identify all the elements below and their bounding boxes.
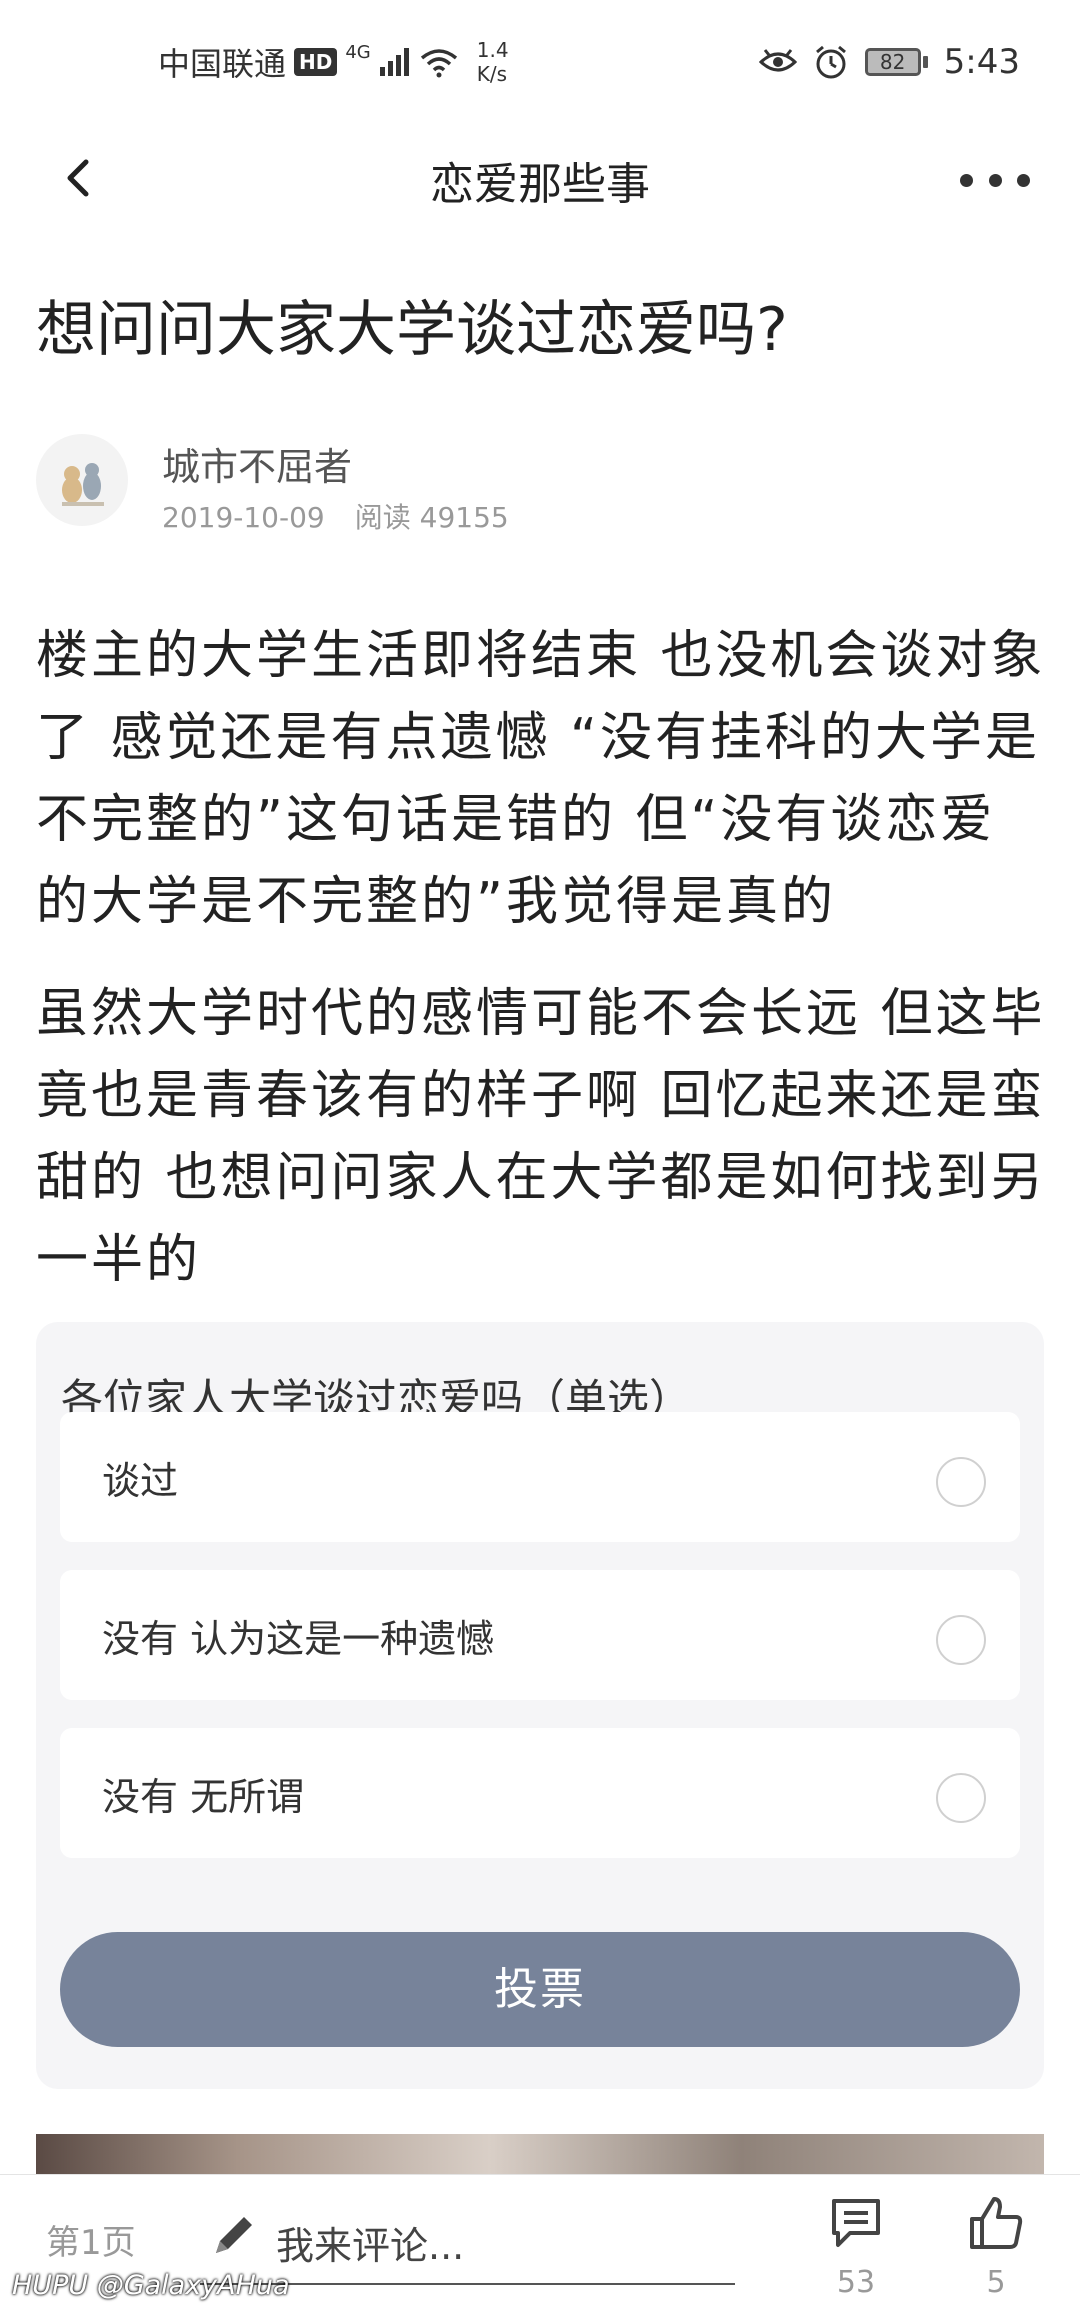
speed-value: 1.4 <box>476 38 509 62</box>
more-dot <box>988 173 1002 187</box>
more-dot <box>1017 173 1030 187</box>
comment-placeholder: 我来评论... <box>276 2224 465 2268</box>
eye-icon <box>758 49 797 72</box>
wifi-icon <box>420 49 457 78</box>
battery-tip <box>922 56 928 68</box>
radio-button[interactable] <box>936 1773 986 1823</box>
poll-option-label: 谈过 <box>102 1459 179 1503</box>
author-name[interactable]: 城市不屈者 <box>162 436 352 491</box>
pencil-icon <box>216 2217 252 2253</box>
post-title: 想问问大家大学谈过恋爱吗? <box>36 295 788 365</box>
thumbs-up-icon <box>970 2197 1023 2249</box>
vote-button[interactable]: 投票 <box>60 1932 1020 2047</box>
comment-count: 53 <box>836 2265 876 2300</box>
comment-icon <box>832 2199 880 2247</box>
post-image[interactable] <box>36 2134 1044 2174</box>
speed-unit: K/s <box>476 62 508 86</box>
more-dot <box>960 173 973 187</box>
like-count: 5 <box>986 2265 1006 2300</box>
alarm-icon <box>815 45 846 79</box>
watermark: HUPU @GalaxyAHua <box>12 2270 290 2301</box>
cat-avatar-icon <box>62 463 104 506</box>
avatar[interactable] <box>36 434 128 526</box>
nav-title: 恋爱那些事 <box>430 159 650 210</box>
status-right: 82 5:43 <box>758 40 1020 84</box>
radio-button[interactable] <box>936 1615 986 1665</box>
poll-option[interactable]: 谈过 <box>60 1412 1020 1542</box>
nav-bar: 恋爱那些事 <box>0 120 1080 230</box>
poll-option[interactable]: 没有 无所谓 <box>60 1728 1020 1858</box>
post-paragraph: 虽然大学时代的感情可能不会长远 但这毕竟也是青春该有的样子啊 回忆起来还是蛮甜的… <box>36 984 1046 1290</box>
network-speed: 1.4 K/s <box>477 38 509 86</box>
battery-indicator: 82 <box>864 48 928 76</box>
poll-card: 各位家人大学谈过恋爱吗（单选） 谈过 没有 认为这是一种遗憾 没有 无所谓 投票 <box>36 1322 1044 2089</box>
page-indicator[interactable]: 第1页 <box>46 2215 136 2264</box>
poll-option-label: 没有 无所谓 <box>102 1775 305 1819</box>
clock: 5:43 <box>943 42 1020 82</box>
like-button[interactable]: 5 <box>958 2193 1034 2303</box>
carrier-label: 中国联通 <box>158 45 287 83</box>
more-button[interactable] <box>960 150 1030 210</box>
post-paragraph: 楼主的大学生活即将结束 也没机会谈对象了 感觉还是有点遗憾 “没有挂科的大学是不… <box>36 626 1046 932</box>
battery-level: 82 <box>864 48 921 76</box>
signal-icon <box>379 48 409 76</box>
comment-button[interactable]: 53 <box>818 2193 894 2303</box>
network-type: 4G <box>345 42 371 63</box>
poll-option[interactable]: 没有 认为这是一种遗憾 <box>60 1570 1020 1700</box>
post-date: 2019-10-09 <box>162 501 325 534</box>
hd-badge: HD <box>294 48 338 76</box>
poll-option-label: 没有 认为这是一种遗憾 <box>102 1617 495 1661</box>
author-meta: 2019-10-09 阅读 49155 <box>162 496 509 536</box>
post-body: 楼主的大学生活即将结束 也没机会谈对象了 感觉还是有点遗憾 “没有挂科的大学是不… <box>36 615 1046 1331</box>
status-left: 中国联通 HD 4G 1.4 K/s <box>158 38 509 86</box>
read-count: 阅读 49155 <box>354 501 509 534</box>
status-bar: 中国联通 HD 4G 1.4 K/s 82 5:43 <box>0 0 1080 120</box>
radio-button[interactable] <box>936 1457 986 1507</box>
